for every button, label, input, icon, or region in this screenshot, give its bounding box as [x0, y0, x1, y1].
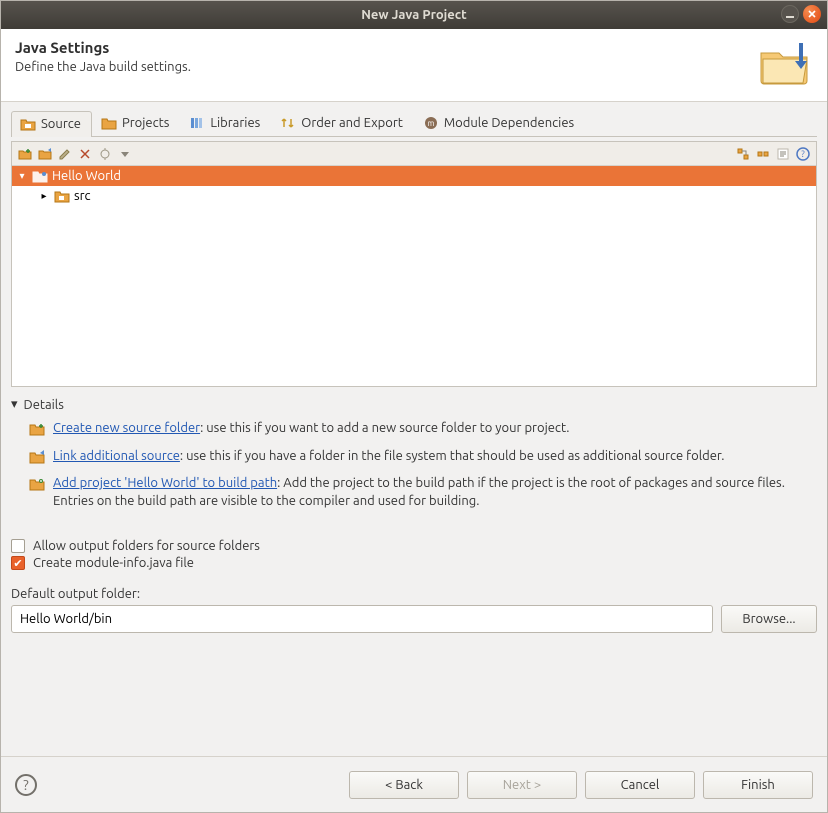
source-folder-icon: [20, 116, 36, 132]
libraries-icon: [189, 115, 205, 131]
collapse-icon[interactable]: ▾: [16, 170, 28, 182]
tree-root-label: Hello World: [52, 169, 121, 183]
toggle-button[interactable]: [96, 145, 114, 163]
tree-root-row[interactable]: ▾ Hello World: [12, 166, 816, 186]
svg-text:m: m: [427, 119, 434, 128]
expand-all-button[interactable]: [734, 145, 752, 163]
add-project-link[interactable]: Add project 'Hello World' to build path: [53, 476, 277, 490]
minimize-button[interactable]: [781, 5, 799, 23]
add-folder-button[interactable]: [16, 145, 34, 163]
edit-button[interactable]: [56, 145, 74, 163]
link-source-button[interactable]: [36, 145, 54, 163]
collapse-all-button[interactable]: [754, 145, 772, 163]
output-folder-label: Default output folder:: [11, 587, 817, 601]
order-export-icon: [280, 115, 296, 131]
link-source-link[interactable]: Link additional source: [53, 449, 180, 463]
tab-libraries[interactable]: Libraries: [180, 110, 271, 136]
module-icon: m: [423, 115, 439, 131]
dropdown-button[interactable]: [116, 145, 134, 163]
tab-label: Source: [41, 117, 81, 131]
detail-item-create: Create new source folder: use this if yo…: [29, 420, 817, 438]
chevron-down-icon: ▾: [11, 397, 18, 412]
window-title: New Java Project: [361, 8, 467, 22]
page-subtitle: Define the Java build settings.: [15, 60, 191, 74]
tab-label: Order and Export: [301, 116, 403, 130]
package-folder-icon: [54, 189, 70, 203]
window-titlebar: New Java Project: [1, 1, 827, 29]
tab-label: Libraries: [210, 116, 260, 130]
expand-icon[interactable]: ▸: [38, 190, 50, 202]
folder-java-icon: [757, 39, 813, 87]
new-folder-icon: [29, 421, 45, 437]
cancel-button[interactable]: Cancel: [585, 771, 695, 799]
output-folder-input[interactable]: [11, 605, 713, 633]
help-icon[interactable]: ?: [794, 145, 812, 163]
details-heading: Details: [24, 398, 64, 412]
add-project-icon: [29, 476, 45, 492]
filter-button[interactable]: [774, 145, 792, 163]
next-button[interactable]: Next >: [467, 771, 577, 799]
help-button[interactable]: ?: [15, 774, 37, 796]
detail-item-add-project: Add project 'Hello World' to build path:…: [29, 475, 817, 510]
module-info-label: Create module-info.java file: [33, 556, 194, 570]
page-title: Java Settings: [15, 39, 191, 56]
tab-source[interactable]: Source: [11, 111, 92, 137]
allow-output-label: Allow output folders for source folders: [33, 539, 260, 553]
link-folder-icon: [29, 449, 45, 465]
tab-order-export[interactable]: Order and Export: [271, 110, 414, 136]
back-button[interactable]: < Back: [349, 771, 459, 799]
projects-icon: [101, 115, 117, 131]
wizard-header: Java Settings Define the Java build sett…: [1, 29, 827, 102]
module-info-checkbox[interactable]: ✔: [11, 556, 25, 570]
browse-button[interactable]: Browse...: [721, 605, 817, 633]
tab-label: Projects: [122, 116, 169, 130]
tree-src-label: src: [74, 189, 91, 203]
details-toggle[interactable]: ▾ Details: [11, 397, 817, 412]
svg-text:?: ?: [801, 149, 805, 159]
tree-src-row[interactable]: ▸ src: [12, 186, 816, 206]
allow-output-checkbox[interactable]: [11, 539, 25, 553]
tab-label: Module Dependencies: [444, 116, 574, 130]
tab-projects[interactable]: Projects: [92, 110, 180, 136]
finish-button[interactable]: Finish: [703, 771, 813, 799]
tab-module-deps[interactable]: m Module Dependencies: [414, 110, 585, 136]
detail-item-link: Link additional source: use this if you …: [29, 448, 817, 466]
create-source-link[interactable]: Create new source folder: [53, 421, 200, 435]
build-path-tabs: Source Projects Libraries Order and Expo…: [11, 110, 817, 137]
project-icon: [32, 169, 48, 183]
close-button[interactable]: [803, 5, 821, 23]
source-tree[interactable]: ▾ Hello World ▸ src: [12, 166, 816, 386]
remove-button[interactable]: [76, 145, 94, 163]
source-toolbar: ?: [12, 142, 816, 166]
